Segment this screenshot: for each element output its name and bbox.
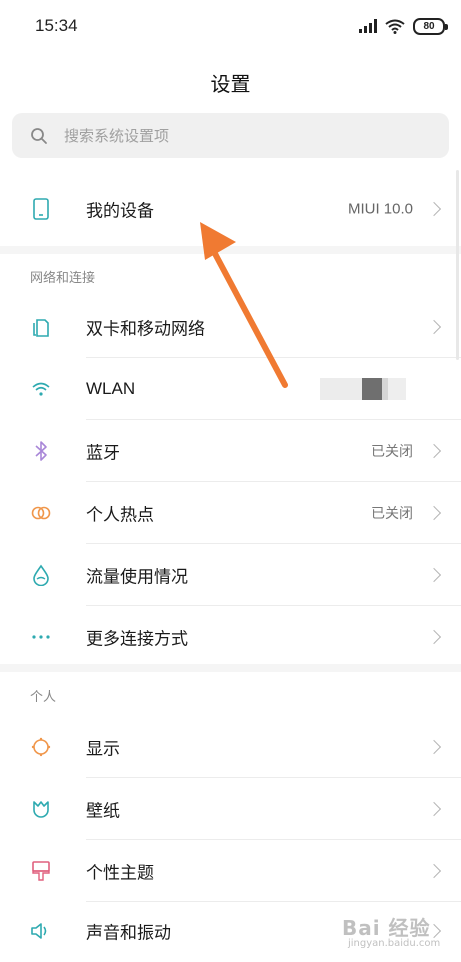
row-status: 已关闭 [371, 444, 413, 460]
chevron-right-icon [426, 567, 442, 583]
chevron-right-icon [426, 505, 442, 521]
row-label: 更多连接方式 [86, 629, 188, 650]
chevron-right-icon [426, 863, 442, 879]
chevron-right-icon [426, 629, 442, 645]
section-title-network: 网络和连接 [30, 271, 96, 286]
speaker-icon [30, 920, 52, 942]
row-status: 已关闭 [371, 506, 413, 522]
row-more-connections[interactable]: 更多连接方式 [0, 606, 461, 668]
brush-icon [30, 860, 52, 882]
hotspot-icon [30, 502, 52, 524]
page-title: 设置 [210, 72, 251, 96]
row-label: 流量使用情况 [86, 567, 188, 588]
search-input[interactable] [62, 125, 406, 146]
wifi-icon [385, 19, 405, 34]
wifi-icon [30, 378, 52, 400]
row-themes[interactable]: 个性主题 [0, 840, 461, 902]
status-icons: 80 [359, 16, 448, 36]
row-dual-sim[interactable]: 双卡和移动网络 [0, 296, 461, 358]
signal-icon [359, 19, 377, 33]
search-box[interactable] [12, 113, 449, 158]
sun-icon [30, 736, 52, 758]
chevron-right-icon [426, 801, 442, 817]
sim-card-icon [30, 316, 52, 338]
status-time: 15:34 [35, 16, 78, 35]
section-divider [0, 246, 461, 254]
row-label: 双卡和移动网络 [86, 319, 205, 340]
my-device-label: 我的设备 [86, 201, 154, 222]
redacted-network-name [320, 378, 406, 400]
section-divider [0, 664, 461, 672]
battery-indicator: 80 [413, 17, 448, 35]
watermark-url: jingyan.baidu.com [348, 938, 441, 949]
tulip-icon [30, 798, 52, 820]
more-dots-icon [30, 626, 52, 648]
chevron-right-icon [426, 443, 442, 459]
my-device-row[interactable]: 我的设备 MIUI 10.0 [0, 178, 461, 240]
row-bluetooth[interactable]: 蓝牙 已关闭 [0, 420, 461, 482]
row-label: 个人热点 [86, 505, 154, 526]
row-wlan[interactable]: WLAN [0, 358, 461, 420]
row-data-usage[interactable]: 流量使用情况 [0, 544, 461, 606]
row-label: 壁纸 [86, 801, 120, 822]
row-label: 显示 [86, 739, 120, 760]
water-drop-icon [30, 564, 52, 586]
row-display[interactable]: 显示 [0, 716, 461, 778]
baidu-watermark: Bai 经验 jingyan.baidu.com [340, 906, 455, 956]
search-icon [31, 127, 47, 144]
phone-icon [30, 198, 52, 220]
bluetooth-icon [30, 440, 52, 462]
chevron-right-icon [426, 739, 442, 755]
row-wallpaper[interactable]: 壁纸 [0, 778, 461, 840]
row-label: WLAN [86, 379, 136, 398]
row-label: 声音和振动 [86, 923, 171, 944]
watermark-text: Bai 经验 [342, 916, 431, 940]
chevron-right-icon [426, 319, 442, 335]
section-title-personal: 个人 [30, 690, 57, 705]
status-bar: 15:34 80 [0, 0, 461, 52]
scrollbar[interactable] [456, 170, 459, 360]
my-device-version: MIUI 10.0 [347, 200, 413, 218]
row-hotspot[interactable]: 个人热点 已关闭 [0, 482, 461, 544]
row-label: 蓝牙 [86, 443, 120, 464]
chevron-right-icon [426, 201, 442, 217]
row-label: 个性主题 [86, 863, 154, 884]
